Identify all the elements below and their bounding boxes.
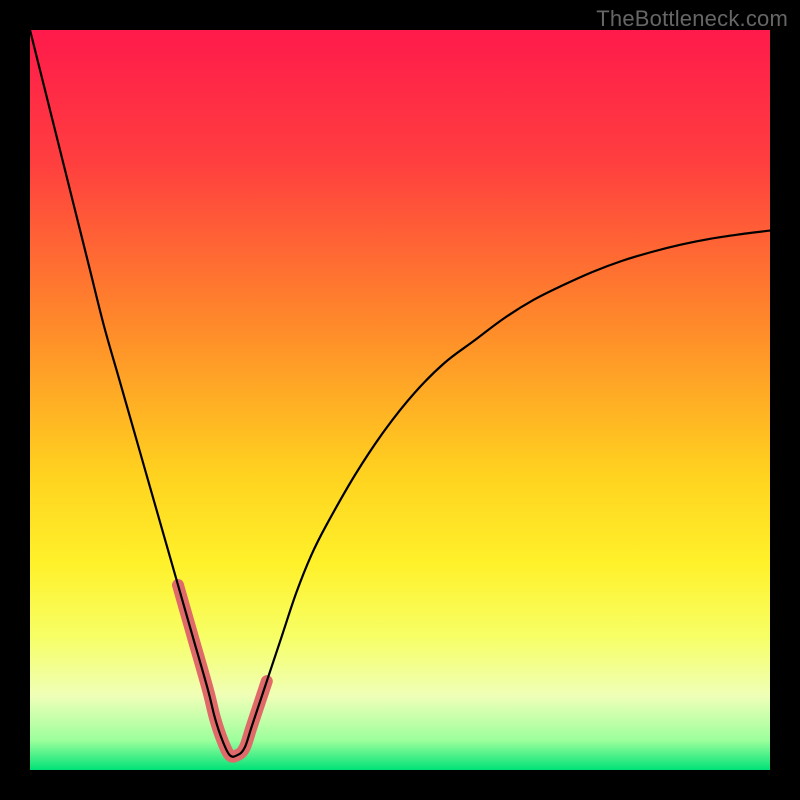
- plot-area: [30, 30, 770, 770]
- chart-frame: TheBottleneck.com: [0, 0, 800, 800]
- watermark-text: TheBottleneck.com: [596, 6, 788, 32]
- bottleneck-chart: [30, 30, 770, 770]
- gradient-background: [30, 30, 770, 770]
